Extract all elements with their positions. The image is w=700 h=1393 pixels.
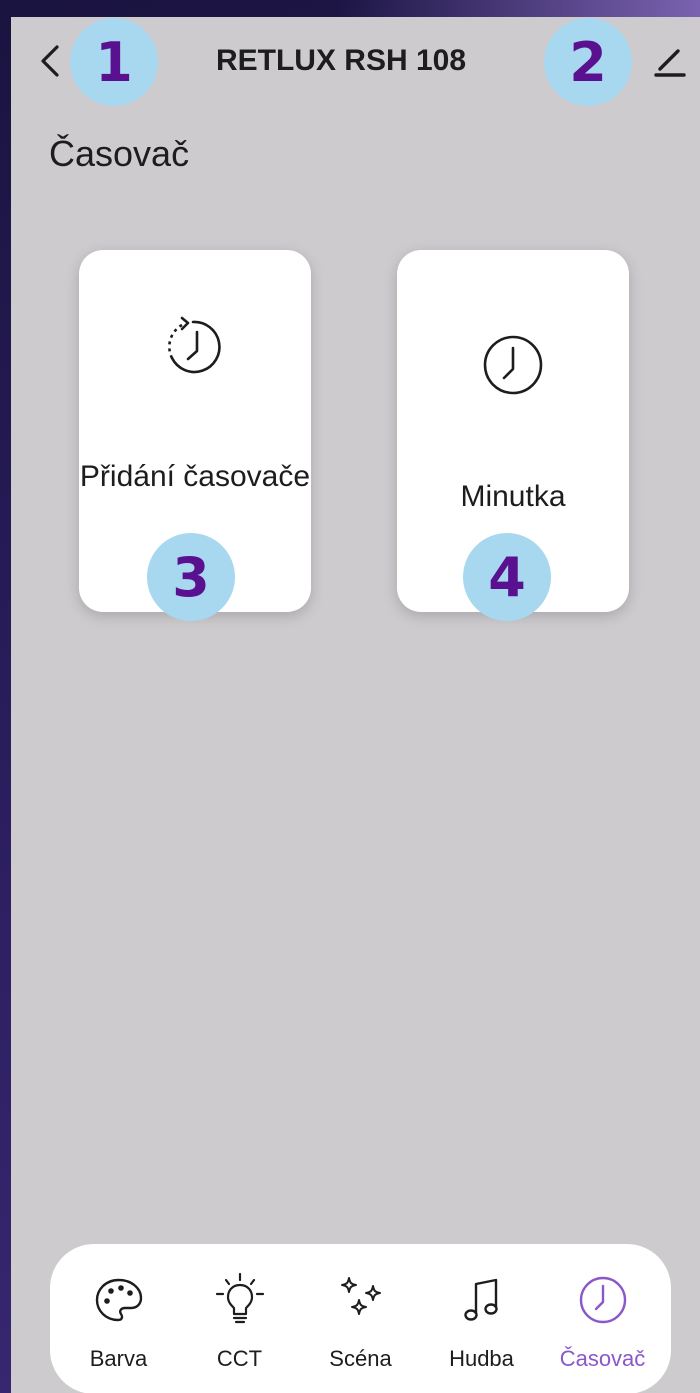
annotation-badge-2: 2 <box>544 18 632 106</box>
music-note-icon <box>463 1278 498 1321</box>
palette-icon <box>95 1278 142 1322</box>
edit-button[interactable] <box>647 41 693 81</box>
lightbulb-icon <box>215 1272 264 1324</box>
annotation-badge-1: 1 <box>70 18 158 106</box>
clock-icon <box>483 335 543 395</box>
section-title: Časovač <box>49 133 190 174</box>
annotation-badge-4: 4 <box>463 533 551 621</box>
nav-item-hudba[interactable]: Hudba <box>421 1244 542 1393</box>
nav-label-casovac: Časovač <box>559 1346 646 1371</box>
bottom-nav: Barva CCT Scéna Hudba Časovač <box>50 1244 671 1393</box>
pencil-icon <box>654 49 686 77</box>
app-screen: RETLUX RSH 108 1 2 Časovač Přidání časov… <box>11 17 700 1393</box>
timer-add-icon <box>168 316 221 374</box>
nav-label-barva: Barva <box>89 1346 148 1371</box>
nav-label-hudba: Hudba <box>449 1346 514 1371</box>
nav-item-casovac[interactable]: Časovač <box>542 1244 663 1393</box>
countdown-timer-label: Minutka <box>460 480 566 513</box>
nav-label-cct: CCT <box>216 1346 263 1371</box>
nav-item-barva[interactable]: Barva <box>58 1244 179 1393</box>
add-timer-label: Přidání časovače <box>79 460 311 493</box>
sparkles-icon <box>340 1277 381 1315</box>
nav-item-scena[interactable]: Scéna <box>300 1244 421 1393</box>
annotation-badge-3: 3 <box>147 533 235 621</box>
nav-label-scena: Scéna <box>329 1346 392 1371</box>
nav-item-cct[interactable]: CCT <box>179 1244 300 1393</box>
chevron-left-icon <box>41 45 59 77</box>
clock-icon <box>579 1276 626 1324</box>
page-title: RETLUX RSH 108 <box>215 44 467 77</box>
back-button[interactable] <box>35 41 65 81</box>
